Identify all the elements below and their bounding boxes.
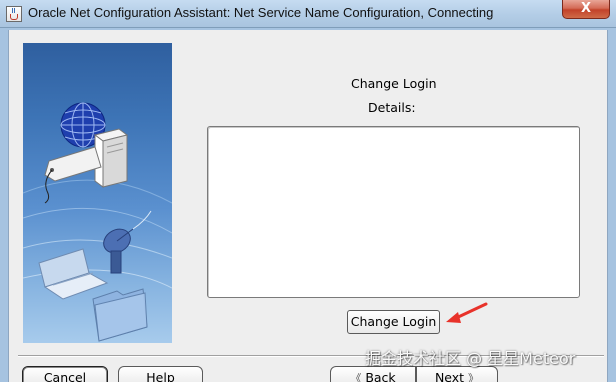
chevron-left-icon: 《 (350, 372, 362, 382)
folder-icon (92, 288, 148, 342)
window-title: Oracle Net Configuration Assistant: Net … (28, 5, 494, 20)
tag-icon (44, 146, 102, 204)
details-textarea[interactable] (207, 126, 580, 298)
laptop-icon (38, 248, 109, 300)
back-button-label: Back (365, 370, 396, 382)
next-button-label: Next (434, 370, 465, 382)
details-label: Details: (368, 100, 416, 115)
title-bar[interactable]: Oracle Net Configuration Assistant: Net … (0, 0, 616, 28)
java-cup-icon (6, 6, 22, 22)
satellite-dish-icon (103, 210, 152, 274)
change-login-button[interactable]: Change Login (347, 310, 440, 334)
close-button[interactable]: X (562, 0, 610, 19)
annotation-arrow (446, 302, 488, 323)
page-heading: Change Login (351, 76, 437, 91)
wizard-side-image (23, 43, 172, 343)
help-button[interactable]: Help (118, 366, 203, 382)
server-icon (93, 128, 129, 188)
network-illustration (23, 102, 172, 342)
chevron-right-icon: 》 (468, 372, 480, 382)
cancel-button[interactable]: Cancel (22, 366, 108, 382)
watermark-text: 掘金技术社区 @ 星星Meteor (365, 349, 576, 368)
